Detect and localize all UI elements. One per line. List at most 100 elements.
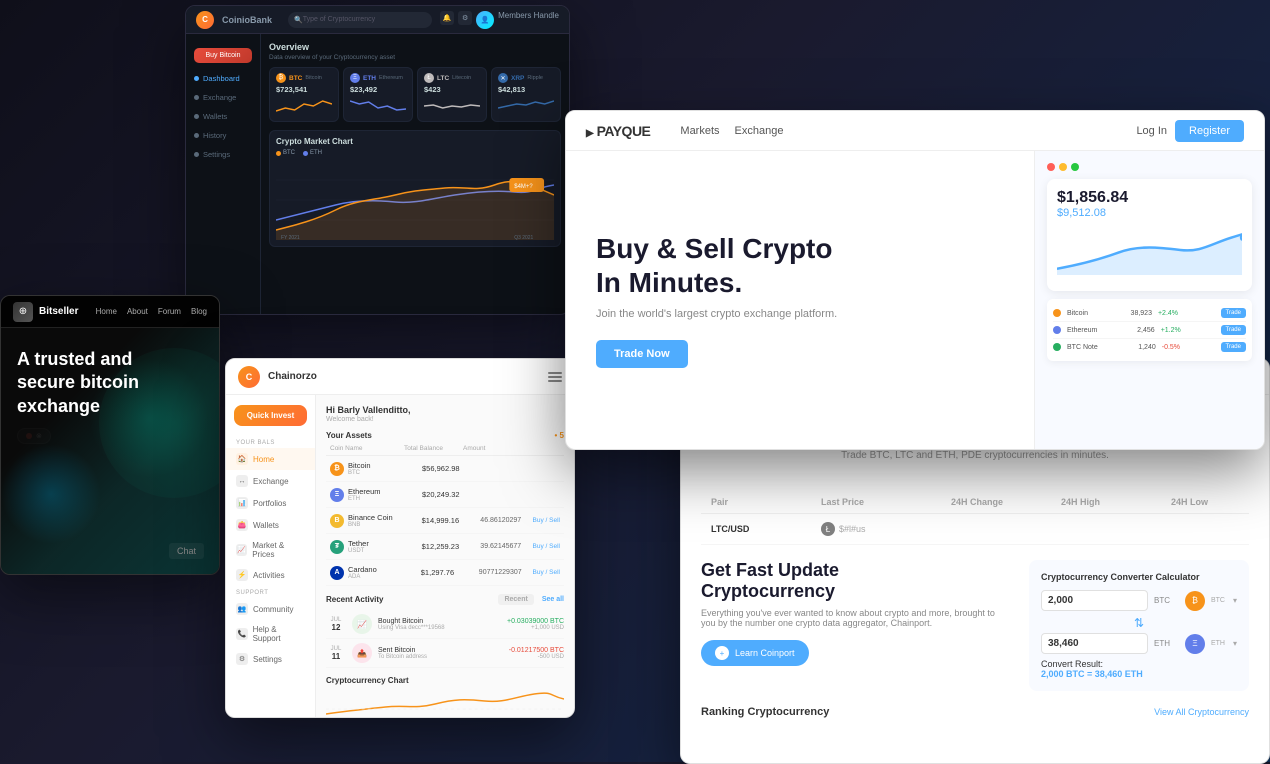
bitseller-nav-about[interactable]: About <box>127 307 148 316</box>
trade-converter-swap-btn[interactable]: ⇅ <box>1041 616 1237 630</box>
trade-converter-title: Cryptocurrency Converter Calculator <box>1041 572 1237 582</box>
dot-yellow <box>1059 163 1067 171</box>
bitseller-nav-forum[interactable]: Forum <box>158 307 181 316</box>
coinio-topbar-icons: 🔔 ⚙ 👤 Members Handle <box>440 11 559 29</box>
chainorzo-nav-label-support: SUPPORT <box>226 586 315 598</box>
trade-converter-to-input[interactable]: 38,460 <box>1041 633 1148 654</box>
chainorzo-nav-market[interactable]: 📈 Market & Prices <box>226 536 315 564</box>
btc-coin-dot <box>1053 309 1061 317</box>
exchange-icon: ↔ <box>236 475 248 487</box>
coinio-nav-history[interactable]: History <box>186 126 260 145</box>
settings-icon: ⚙ <box>236 653 248 665</box>
btc-price: 38,923 <box>1131 310 1152 317</box>
payque-nav-markets[interactable]: Markets <box>680 125 719 137</box>
chainorzo-recent-label[interactable]: Recent <box>498 594 533 605</box>
market-icon: 📈 <box>236 544 247 556</box>
coinio-stat-btc[interactable]: ₿ BTC Bitcoin $723,541 <box>269 67 339 122</box>
chainorzo-hamburger-btn[interactable] <box>548 372 562 382</box>
btc-legend-dot <box>276 151 281 156</box>
bitseller-nav-home[interactable]: Home <box>96 307 117 316</box>
coinio-settings-icon[interactable]: ⚙ <box>458 11 472 25</box>
payque-nav-exchange[interactable]: Exchange <box>735 125 784 137</box>
trade-table: Pair Last Price 24H Change 24H High 24H … <box>681 491 1269 545</box>
asset-ada-action[interactable]: Buy / Sell <box>526 569 560 576</box>
payque-navbar: ▶ PAYQUE Markets Exchange Log In Registe… <box>566 111 1264 151</box>
other-price: 1,240 <box>1138 344 1156 351</box>
payque-register-btn[interactable]: Register <box>1175 120 1244 142</box>
asset-bnb-ticker: BNB <box>348 522 418 528</box>
eth-trade-btn[interactable]: Trade <box>1221 325 1246 335</box>
coinio-chart-title: Crypto Market Chart <box>276 137 554 146</box>
payque-trade-now-btn[interactable]: Trade Now <box>596 340 688 368</box>
trade-table-row-ltcusd[interactable]: LTC/USD Ł $#l#us <box>701 514 1249 545</box>
btc-mini-chart <box>276 96 332 116</box>
other-trade-btn[interactable]: Trade <box>1221 342 1246 352</box>
activity-amount-1: +0.03039000 BTC +1,000 USD <box>507 618 564 631</box>
trade-converter-to-currency: ETH <box>1154 639 1179 648</box>
chainorzo-nav-wallets[interactable]: 👛 Wallets <box>226 514 315 536</box>
eth-change: +1.2% <box>1161 327 1181 334</box>
chainorzo-navbar: C Chainorzo <box>226 359 574 395</box>
bitseller-nav-links: Home About Forum Blog <box>96 307 207 316</box>
chainorzo-mini-chart <box>326 689 564 717</box>
btc-trade-btn[interactable]: Trade <box>1221 308 1246 318</box>
coinio-legend-btc: BTC <box>276 150 295 156</box>
coinio-brand: CoinioBank <box>222 15 272 25</box>
coinio-nav-settings[interactable]: Settings <box>186 145 260 164</box>
coinio-nav-wallets[interactable]: Wallets <box>186 107 260 126</box>
chainorzo-brand: Chainorzo <box>268 371 317 382</box>
chainorzo-quick-invest-btn[interactable]: Quick Invest <box>234 405 307 426</box>
bitseller-hero: A trusted andsecure bitcoinexchange ⊗ Ch… <box>1 328 219 574</box>
coinio-stat-ltc[interactable]: Ł LTC Litecoin $423 <box>417 67 487 122</box>
btc-name: Bitcoin <box>305 75 322 81</box>
asset-ada-ticker: ADA <box>348 574 417 580</box>
coinio-stats-row: ₿ BTC Bitcoin $723,541 Ξ ETH <box>269 67 561 122</box>
asset-row-ada: A Cardano ADA $1,297.76 90771229307 Buy … <box>326 560 564 586</box>
coinio-bank-window: C CoinioBank 🔍 Type of Cryptocurrency 🔔 … <box>185 5 570 315</box>
chainorzo-nav-activities[interactable]: ⚡ Activities <box>226 564 315 586</box>
payque-widget: $1,856.84 $9,512.08 Bitcoin 38,923 +2.4%… <box>1034 151 1264 449</box>
asset-row-bnb: B Binance Coin BNB $14,999.16 46.8612029… <box>326 508 564 534</box>
chainorzo-nav-exchange[interactable]: ↔ Exchange <box>226 470 315 492</box>
chainorzo-nav-home[interactable]: 🏠 Home <box>226 448 315 470</box>
coinio-nav-exchange[interactable]: Exchange <box>186 88 260 107</box>
chainorzo-assets-title: Your Assets • 5 <box>326 431 564 440</box>
chainorzo-assets-count: • 5 <box>555 431 564 440</box>
coinio-stat-xrp[interactable]: ✕ XRP Ripple $42,813 <box>491 67 561 122</box>
asset-eth-name: Ethereum <box>348 487 418 496</box>
asset-usdt-action[interactable]: Buy / Sell <box>525 543 560 550</box>
chainorzo-sidebar: Quick Invest YOUR BALS 🏠 Home ↔ Exchange… <box>226 395 316 717</box>
coinio-body: Buy Bitcoin Dashboard Exchange Wallets H… <box>186 34 569 314</box>
chainorzo-see-all-btn[interactable]: See all <box>542 596 564 603</box>
chainorzo-nav-settings[interactable]: ⚙ Settings <box>226 648 315 670</box>
eth-legend-dot <box>303 151 308 156</box>
coinio-nav-dashboard[interactable]: Dashboard <box>186 69 260 88</box>
bitseller-nav-blog[interactable]: Blog <box>191 307 207 316</box>
ada-circle: A <box>330 566 344 580</box>
chainorzo-nav-help[interactable]: 📞 Help & Support <box>226 620 315 648</box>
trade-converter-from-input[interactable]: 2,000 <box>1041 590 1148 611</box>
coinio-bell-icon[interactable]: 🔔 <box>440 11 454 25</box>
chainorzo-nav-portfolios[interactable]: 📊 Portfolios <box>226 492 315 514</box>
col-pair: Pair <box>711 497 811 507</box>
coinio-buy-bitcoin-btn[interactable]: Buy Bitcoin <box>194 48 252 63</box>
coinio-avatar: 👤 <box>476 11 494 29</box>
coinio-search-bar[interactable]: 🔍 Type of Cryptocurrency <box>288 12 432 28</box>
payque-nav-links: Markets Exchange <box>680 125 783 137</box>
asset-bnb-action[interactable]: Buy / Sell <box>525 517 560 524</box>
asset-eth-balance: $20,249.32 <box>422 490 477 499</box>
asset-row-usdt: ₮ Tether USDT $12,259.23 39.62145677 Buy… <box>326 534 564 560</box>
coinio-stat-eth[interactable]: Ξ ETH Ethereum $23,492 <box>343 67 413 122</box>
asset-ada-balance: $1,297.76 <box>421 568 475 577</box>
trade-view-all-btn[interactable]: View All Cryptocurrency <box>1154 707 1249 717</box>
coinio-logo-icon: C <box>196 11 214 29</box>
asset-btc-ticker: BTC <box>348 470 418 476</box>
asset-ada-name: Cardano <box>348 565 417 574</box>
trade-converter-from-row: 2,000 BTC ₿ BTC ▾ <box>1041 590 1237 611</box>
trade-learn-btn[interactable]: + Learn Coinport <box>701 640 809 666</box>
bitseller-chat-btn[interactable]: Chat <box>169 543 204 559</box>
payque-login-btn[interactable]: Log In <box>1136 125 1167 137</box>
svg-text:$4M+?: $4M+? <box>514 184 533 190</box>
trade-converter-btc-icon: ₿ <box>1185 591 1205 611</box>
chainorzo-nav-community[interactable]: 👥 Community <box>226 598 315 620</box>
